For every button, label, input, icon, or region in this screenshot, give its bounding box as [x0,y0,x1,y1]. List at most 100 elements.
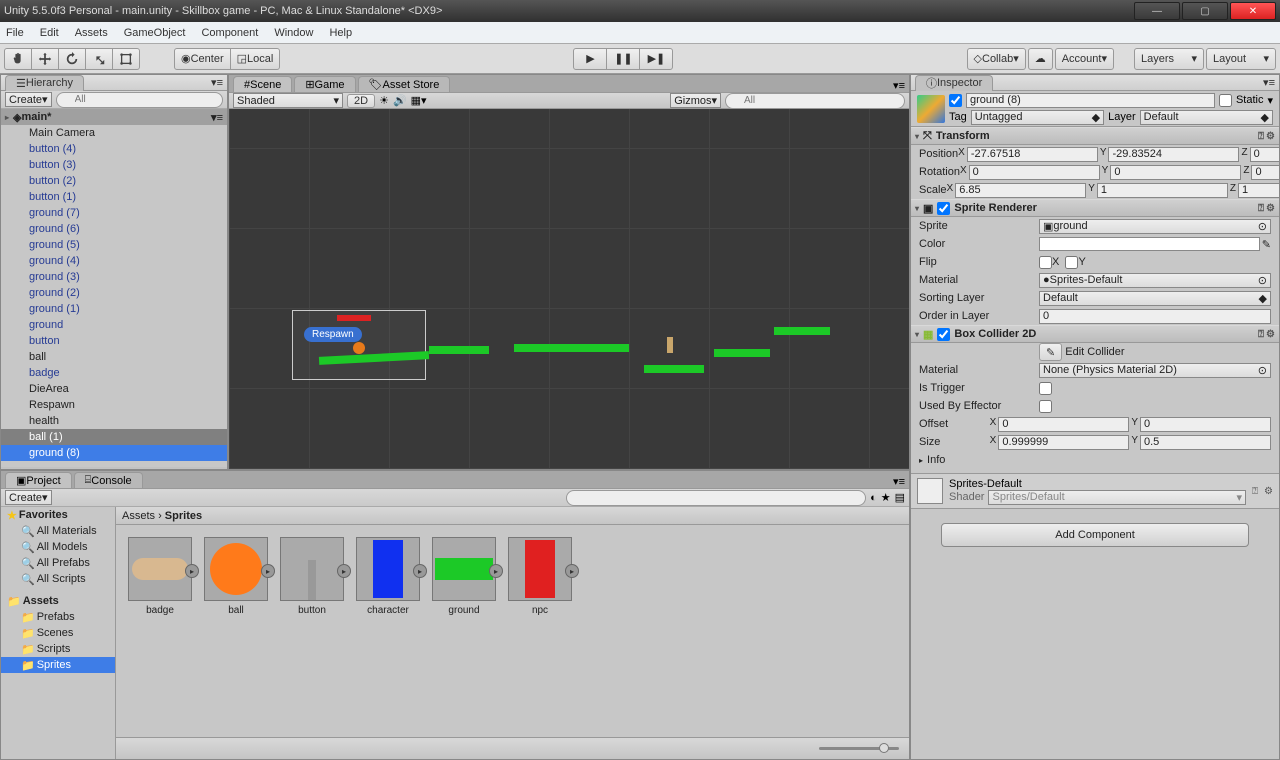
sprite-field[interactable]: ▣ground⊙ [1039,219,1271,234]
gear-icon[interactable]: ⚙ [1266,131,1275,142]
window-close-button[interactable]: ✕ [1230,2,1276,20]
project-folder-item[interactable]: 📁Scripts [1,641,115,657]
project-search-input[interactable] [566,490,866,506]
tab-scene[interactable]: # Scene [233,76,292,92]
order-input[interactable] [1039,309,1271,324]
offset-x-input[interactable] [998,417,1129,432]
gameobject-active-checkbox[interactable] [949,94,962,107]
tool-rect-button[interactable] [112,48,140,70]
hierarchy-item[interactable]: button (3) [1,157,227,173]
scene-search-input[interactable] [725,93,905,109]
shader-dropdown[interactable]: Sprites/Default▾ [988,490,1246,505]
project-favorite-icon[interactable]: ★ [881,491,891,504]
tool-rotate-button[interactable] [58,48,86,70]
project-folder-item[interactable]: 📁Sprites [1,657,115,673]
menu-help[interactable]: Help [329,27,352,39]
window-maximize-button[interactable]: ▢ [1182,2,1228,20]
eyedropper-icon[interactable]: ✎ [1262,238,1271,251]
size-x-input[interactable] [998,435,1129,450]
is-trigger-checkbox[interactable] [1039,382,1052,395]
flip-y-checkbox[interactable] [1065,256,1078,269]
tab-game[interactable]: ⊞ Game [294,76,355,92]
hierarchy-item[interactable]: ground (2) [1,285,227,301]
step-button[interactable]: ▶❚ [639,48,673,70]
hierarchy-item[interactable]: ground (5) [1,237,227,253]
tag-dropdown[interactable]: Untagged◆ [971,110,1104,125]
project-fav-item[interactable]: 🔍All Materials [1,523,115,539]
pivot-local-button[interactable]: ◲ Local [230,48,281,70]
menu-component[interactable]: Component [201,27,258,39]
tab-project[interactable]: ▣ Project [5,472,72,488]
menu-assets[interactable]: Assets [75,27,108,39]
hierarchy-item[interactable]: ground [1,317,227,333]
hierarchy-item[interactable]: ground (7) [1,205,227,221]
asset-tile[interactable]: ▸ground [432,537,496,725]
layer-dropdown[interactable]: Default◆ [1140,110,1273,125]
transform-component-header[interactable]: ⤧Transform⍰⚙ [911,127,1279,145]
tool-move-button[interactable] [31,48,59,70]
scale-y-input[interactable] [1097,183,1228,198]
tool-scale-button[interactable] [85,48,113,70]
static-checkbox[interactable] [1219,94,1232,107]
pivot-center-button[interactable]: ◉ Center [174,48,231,70]
project-fav-item[interactable]: 🔍All Prefabs [1,555,115,571]
expand-icon[interactable]: ▸ [413,564,427,578]
position-x-input[interactable] [967,147,1098,162]
asset-tile[interactable]: ▸npc [508,537,572,725]
add-component-button[interactable]: Add Component [941,523,1249,547]
expand-icon[interactable]: ▸ [261,564,275,578]
tool-hand-button[interactable] [4,48,32,70]
scale-x-input[interactable] [955,183,1086,198]
color-field[interactable] [1039,237,1260,251]
material-section[interactable]: Sprites-Default ShaderSprites/Default▾ ⍰… [911,473,1279,509]
menu-file[interactable]: File [6,27,24,39]
hierarchy-item[interactable]: ground (6) [1,221,227,237]
hierarchy-item[interactable]: ground (8) [1,445,227,461]
scale-z-input[interactable] [1238,183,1279,198]
layers-dropdown[interactable]: Layers▾ [1134,48,1204,70]
help-icon[interactable]: ⍰ [1258,131,1264,142]
project-fav-item[interactable]: 🔍All Models [1,539,115,555]
hierarchy-item[interactable]: ground (3) [1,269,227,285]
menu-gameobject[interactable]: GameObject [124,27,186,39]
edit-collider-button[interactable]: ✎ [1039,343,1062,361]
window-minimize-button[interactable]: — [1134,2,1180,20]
hierarchy-item[interactable]: ball [1,349,227,365]
rotation-z-input[interactable] [1251,165,1279,180]
hierarchy-item[interactable]: Respawn [1,397,227,413]
size-y-input[interactable] [1140,435,1271,450]
scene-light-toggle[interactable]: ☀ [379,94,389,107]
expand-icon[interactable]: ▸ [337,564,351,578]
position-z-input[interactable] [1250,147,1279,162]
expand-icon[interactable]: ▸ [565,564,579,578]
expand-icon[interactable]: ▸ [185,564,199,578]
panel-menu-icon[interactable]: ▾≡ [211,76,223,89]
box-collider-header[interactable]: ▦Box Collider 2D⍰⚙ [911,325,1279,343]
scene-2d-toggle[interactable]: 2D [347,94,375,108]
project-folder-item[interactable]: 📁Prefabs [1,609,115,625]
hierarchy-item[interactable]: DieArea [1,381,227,397]
asset-tile[interactable]: ▸button [280,537,344,725]
project-breadcrumb[interactable]: Assets › Sprites [116,507,909,525]
project-thumb-size-slider[interactable] [819,747,899,750]
hierarchy-item[interactable]: button [1,333,227,349]
help-icon[interactable]: ⍰ [1258,329,1264,340]
expand-icon[interactable]: ▸ [489,564,503,578]
rotation-x-input[interactable] [969,165,1100,180]
project-create-dropdown[interactable]: Create ▾ [5,490,52,505]
scene-view[interactable]: Respawn [229,109,909,469]
project-filter-icon[interactable]: ◐ [870,492,877,504]
collider-material-field[interactable]: None (Physics Material 2D)⊙ [1039,363,1271,378]
material-field[interactable]: ●Sprites-Default⊙ [1039,273,1271,288]
sorting-layer-dropdown[interactable]: Default◆ [1039,291,1271,306]
project-save-icon[interactable]: ▤ [895,491,905,504]
asset-tile[interactable]: ▸ball [204,537,268,725]
hierarchy-item[interactable]: button (4) [1,141,227,157]
account-dropdown[interactable]: Account ▾ [1055,48,1114,70]
gear-icon[interactable]: ⚙ [1264,486,1273,497]
project-folder-item[interactable]: 📁Scenes [1,625,115,641]
hierarchy-item[interactable]: ground (1) [1,301,227,317]
gear-icon[interactable]: ⚙ [1266,329,1275,340]
hierarchy-item[interactable]: ball (1) [1,429,227,445]
hierarchy-search-input[interactable] [56,92,223,108]
